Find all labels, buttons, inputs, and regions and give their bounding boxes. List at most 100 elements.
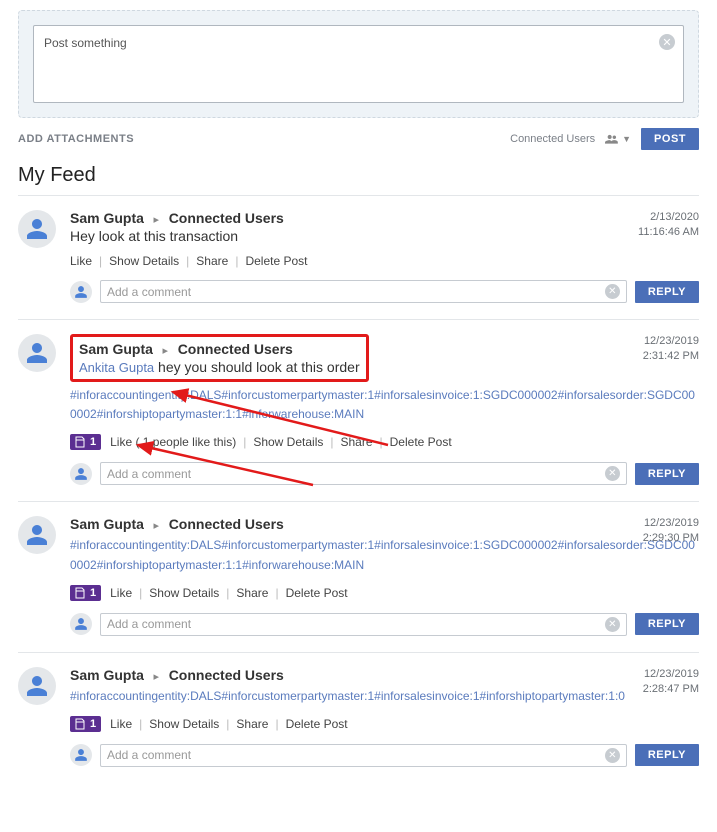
clear-icon[interactable]: ✕ xyxy=(605,284,620,299)
person-icon xyxy=(74,285,88,299)
comment-row: ✕ REPLY xyxy=(70,613,699,636)
comment-input[interactable] xyxy=(107,617,605,631)
comment-input-wrap: ✕ xyxy=(100,744,627,767)
comment-input[interactable] xyxy=(107,748,605,762)
post-header: Sam Gupta ▸ Connected Users xyxy=(70,516,699,532)
composer-clear-icon[interactable]: ✕ xyxy=(659,34,675,50)
avatar-small xyxy=(70,744,92,766)
feed-post: Sam Gupta ▸ Connected Users Hey look at … xyxy=(18,195,699,319)
attachment-badge[interactable]: 1 xyxy=(70,434,101,450)
composer-input[interactable]: Post something ✕ xyxy=(33,25,684,103)
avatar xyxy=(18,334,56,372)
post-target[interactable]: Connected Users xyxy=(169,667,284,683)
post-author[interactable]: Sam Gupta xyxy=(70,210,144,226)
post-time: 2:28:47 PM xyxy=(643,682,699,697)
post-timestamp: 12/23/2019 2:28:47 PM xyxy=(643,667,699,697)
post-date: 12/23/2019 xyxy=(643,667,699,682)
comment-input[interactable] xyxy=(107,285,605,299)
person-icon xyxy=(25,523,49,547)
post-time: 11:16:46 AM xyxy=(638,225,699,240)
post-author[interactable]: Sam Gupta xyxy=(70,516,144,532)
post-date: 12/23/2019 xyxy=(643,516,699,531)
like-button[interactable]: Like xyxy=(110,717,132,731)
comment-input[interactable] xyxy=(107,467,605,481)
post-text: Hey look at this transaction xyxy=(70,228,699,244)
show-details-button[interactable]: Show Details xyxy=(149,717,219,731)
audience-picker[interactable]: ▼ xyxy=(605,134,631,144)
post-actions: 1 Like| Show Details| Share| Delete Post xyxy=(70,585,699,601)
post-text: hey you should look at this order xyxy=(158,359,360,375)
avatar xyxy=(18,516,56,554)
comment-row: ✕ REPLY xyxy=(70,280,699,303)
person-icon xyxy=(74,467,88,481)
post-header: Sam Gupta ▸ Connected Users xyxy=(70,210,699,226)
post-tags[interactable]: #inforaccountingentity:DALS#inforcustome… xyxy=(70,386,699,424)
post-time: 2:29:30 PM xyxy=(643,531,699,546)
person-icon xyxy=(25,674,49,698)
attachment-badge[interactable]: 1 xyxy=(70,716,101,732)
share-button[interactable]: Share xyxy=(340,435,372,449)
show-details-button[interactable]: Show Details xyxy=(149,586,219,600)
comment-input-wrap: ✕ xyxy=(100,280,627,303)
share-button[interactable]: Share xyxy=(196,254,228,268)
share-button[interactable]: Share xyxy=(236,586,268,600)
share-button[interactable]: Share xyxy=(236,717,268,731)
reply-button[interactable]: REPLY xyxy=(635,744,699,766)
post-tags[interactable]: #inforaccountingentity:DALS#inforcustome… xyxy=(70,687,699,706)
post-author[interactable]: Sam Gupta xyxy=(79,341,153,357)
delete-post-button[interactable]: Delete Post xyxy=(245,254,307,268)
reply-button[interactable]: REPLY xyxy=(635,463,699,485)
attachment-badge[interactable]: 1 xyxy=(70,585,101,601)
badge-count: 1 xyxy=(90,436,96,448)
post-body: Sam Gupta ▸ Connected Users #inforaccoun… xyxy=(70,667,699,767)
post-actions: Like| Show Details| Share| Delete Post xyxy=(70,254,699,268)
avatar xyxy=(18,210,56,248)
post-tags[interactable]: #inforaccountingentity:DALS#inforcustome… xyxy=(70,536,699,574)
post-mention[interactable]: Ankita Gupta xyxy=(79,360,154,375)
show-details-button[interactable]: Show Details xyxy=(253,435,323,449)
delete-post-button[interactable]: Delete Post xyxy=(390,435,452,449)
clear-icon[interactable]: ✕ xyxy=(605,617,620,632)
post-date: 12/23/2019 xyxy=(643,334,699,349)
post-time: 2:31:42 PM xyxy=(643,349,699,364)
post-author[interactable]: Sam Gupta xyxy=(70,667,144,683)
feed-title: My Feed xyxy=(18,164,699,187)
post-text-line: Ankita Gupta hey you should look at this… xyxy=(79,359,360,375)
post-timestamp: 2/13/2020 11:16:46 AM xyxy=(638,210,699,240)
chevron-right-icon: ▸ xyxy=(154,520,160,532)
post-body: Sam Gupta ▸ Connected Users Hey look at … xyxy=(70,210,699,303)
clear-icon[interactable]: ✕ xyxy=(605,748,620,763)
document-icon xyxy=(74,718,86,730)
avatar xyxy=(18,667,56,705)
post-timestamp: 12/23/2019 2:31:42 PM xyxy=(643,334,699,364)
avatar-small xyxy=(70,463,92,485)
delete-post-button[interactable]: Delete Post xyxy=(286,717,348,731)
like-button[interactable]: Like xyxy=(70,254,92,268)
post-target[interactable]: Connected Users xyxy=(169,210,284,226)
chevron-right-icon: ▸ xyxy=(154,671,160,683)
post-target[interactable]: Connected Users xyxy=(178,341,293,357)
post-body: Sam Gupta ▸ Connected Users #inforaccoun… xyxy=(70,516,699,635)
reply-button[interactable]: REPLY xyxy=(635,281,699,303)
post-button[interactable]: POST xyxy=(641,128,699,150)
reply-button[interactable]: REPLY xyxy=(635,613,699,635)
post-actions: 1 Like ( 1 people like this)| Show Detai… xyxy=(70,434,699,450)
post-timestamp: 12/23/2019 2:29:30 PM xyxy=(643,516,699,546)
person-icon xyxy=(25,217,49,241)
like-button[interactable]: Like xyxy=(110,586,132,600)
add-attachments-button[interactable]: ADD ATTACHMENTS xyxy=(18,133,134,145)
badge-count: 1 xyxy=(90,587,96,599)
avatar-small xyxy=(70,613,92,635)
post-target[interactable]: Connected Users xyxy=(169,516,284,532)
show-details-button[interactable]: Show Details xyxy=(109,254,179,268)
composer-area: Post something ✕ xyxy=(18,10,699,118)
person-icon xyxy=(74,748,88,762)
clear-icon[interactable]: ✕ xyxy=(605,466,620,481)
like-button[interactable]: Like ( 1 people like this) xyxy=(110,435,236,449)
people-icon xyxy=(605,134,619,144)
annotation-highlight-box: Sam Gupta ▸ Connected Users Ankita Gupta… xyxy=(70,334,369,382)
person-icon xyxy=(25,341,49,365)
avatar-small xyxy=(70,281,92,303)
feed-post: Sam Gupta ▸ Connected Users Ankita Gupta… xyxy=(18,319,699,501)
delete-post-button[interactable]: Delete Post xyxy=(286,586,348,600)
